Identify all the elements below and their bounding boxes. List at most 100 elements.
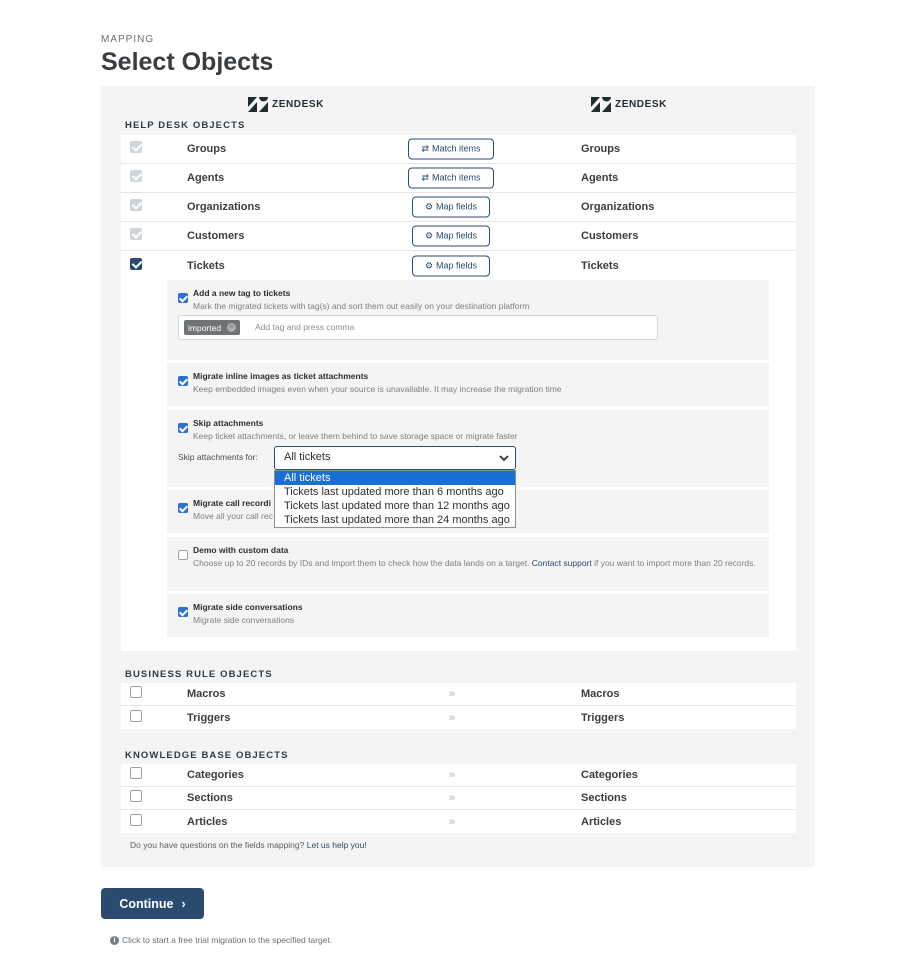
dropdown-option[interactable]: All tickets	[275, 471, 515, 485]
footnote: i Click to start a free trial migration t…	[110, 935, 332, 945]
option-checkbox[interactable]	[178, 420, 188, 438]
chevron-down-icon	[499, 455, 509, 462]
object-row-triggers: Triggers ››› Triggers	[121, 706, 796, 729]
help-link[interactable]: Let us help you!	[307, 840, 367, 850]
option-title: Demo with custom data	[193, 545, 289, 555]
zendesk-logo-icon	[591, 97, 611, 112]
button-label: Match items	[432, 172, 481, 183]
button-label: Map fields	[436, 230, 478, 241]
target-object-name: Macros	[581, 688, 620, 700]
button-label: Map fields	[436, 201, 478, 212]
option-checkbox[interactable]	[178, 500, 188, 518]
description-text: Choose up to 20 records by IDs and impor…	[193, 558, 532, 568]
tag-placeholder: Add tag and press comma	[255, 322, 355, 332]
source-object-name: Agents	[187, 172, 225, 184]
source-object-name: Tickets	[187, 259, 225, 272]
help-desk-section-title: HELP DESK OBJECTS	[125, 120, 246, 131]
option-demo-custom-data: Demo with custom data Choose up to 20 re…	[167, 537, 769, 591]
target-object-name: Sections	[581, 792, 627, 804]
option-title: Migrate side conversations	[193, 602, 303, 612]
dropdown-option[interactable]: Tickets last updated more than 6 months …	[275, 485, 515, 499]
source-object-name: Organizations	[187, 201, 261, 213]
option-description: Keep ticket attachments, or leave them b…	[193, 431, 518, 441]
option-description: Keep embedded images even when your sour…	[193, 384, 562, 394]
option-inline-images: Migrate inline images as ticket attachme…	[167, 363, 769, 406]
match-items-button[interactable]: ⇄ Match items	[408, 167, 494, 189]
contact-support-link[interactable]: Contact support	[532, 558, 592, 568]
business-rule-section-title: BUSINESS RULE OBJECTS	[125, 669, 273, 680]
select-value: All tickets	[284, 451, 331, 463]
option-title: Migrate call recordi	[193, 498, 271, 508]
source-platform: ZENDESK	[248, 97, 324, 112]
object-checkbox[interactable]	[130, 766, 142, 784]
chevrons-right-icon: ›››	[448, 792, 456, 804]
help-question: Do you have questions on the fields mapp…	[130, 840, 307, 850]
object-checkbox[interactable]	[130, 140, 142, 158]
continue-button[interactable]: Continue ›	[101, 888, 204, 919]
target-object-name: Organizations	[581, 201, 655, 213]
tag-chip-label: imported	[188, 322, 222, 333]
object-row-categories: Categories ››› Categories	[121, 764, 796, 787]
map-fields-button[interactable]: ⚙ Map fields	[411, 255, 491, 276]
continue-label: Continue	[119, 896, 174, 911]
object-checkbox[interactable]	[130, 198, 142, 216]
object-checkbox[interactable]	[130, 227, 142, 245]
object-checkbox[interactable]	[130, 685, 142, 703]
target-object-name: Agents	[581, 172, 619, 184]
option-checkbox[interactable]	[178, 547, 188, 565]
source-object-name: Groups	[187, 143, 227, 155]
object-row-macros: Macros ››› Macros	[121, 683, 796, 706]
chevrons-right-icon: ›››	[448, 815, 456, 828]
option-checkbox[interactable]	[178, 604, 188, 622]
object-row-groups: Groups ⇄ Match items Groups	[121, 135, 796, 164]
option-description: Choose up to 20 records by IDs and impor…	[193, 558, 763, 569]
target-platform-name: ZENDESK	[615, 99, 667, 110]
info-icon: i	[110, 935, 119, 945]
map-fields-button[interactable]: ⚙ Map fields	[411, 196, 491, 218]
gear-icon: ⚙	[424, 230, 434, 241]
source-object-name: Macros	[187, 688, 226, 700]
gear-icon: ⚙	[424, 260, 434, 270]
skip-attachments-select[interactable]: All tickets	[274, 446, 516, 470]
option-side-conversations: Migrate side conversations Migrate side …	[167, 594, 769, 637]
knowledge-base-section-title: KNOWLEDGE BASE OBJECTS	[125, 750, 289, 761]
dropdown-option[interactable]: Tickets last updated more than 24 months…	[275, 513, 515, 527]
knowledge-base-rows: Categories ››› Categories Sections ››› S…	[121, 764, 796, 833]
object-row-customers: Customers ⚙ Map fields Customers	[121, 222, 796, 251]
source-platform-name: ZENDESK	[272, 99, 324, 110]
object-checkbox[interactable]	[130, 813, 142, 831]
tag-input[interactable]: imported × Add tag and press comma	[178, 315, 658, 340]
option-title: Skip attachments	[193, 418, 264, 428]
skip-attachments-label: Skip attachments for:	[178, 452, 258, 462]
dropdown-option[interactable]: Tickets last updated more than 12 months…	[275, 499, 515, 513]
option-title: Add a new tag to tickets	[193, 288, 291, 298]
source-object-name: Sections	[187, 792, 233, 804]
swap-arrows-icon: ⇄	[421, 172, 430, 183]
zendesk-logo-icon	[248, 97, 268, 112]
object-checkbox[interactable]	[130, 257, 142, 275]
chevrons-right-icon: ›››	[448, 769, 456, 781]
swap-arrows-icon: ⇄	[421, 143, 430, 154]
source-object-name: Categories	[187, 769, 244, 781]
option-checkbox[interactable]	[178, 290, 188, 308]
help-text: Do you have questions on the fields mapp…	[130, 840, 367, 850]
description-text: if you want to import more than 20 recor…	[591, 558, 756, 568]
chevron-right-icon: ›	[181, 896, 186, 911]
page-title: Select Objects	[101, 48, 274, 76]
option-description: Migrate side conversations	[193, 615, 295, 625]
object-checkbox[interactable]	[130, 789, 142, 807]
object-row-agents: Agents ⇄ Match items Agents	[121, 164, 796, 193]
match-items-button[interactable]: ⇄ Match items	[408, 138, 494, 160]
option-add-tag: Add a new tag to tickets Mark the migrat…	[167, 280, 769, 360]
chevrons-right-icon: ›››	[448, 711, 456, 724]
object-checkbox[interactable]	[130, 169, 142, 187]
option-checkbox[interactable]	[178, 373, 188, 391]
remove-tag-icon[interactable]: ×	[227, 323, 237, 332]
source-object-name: Triggers	[187, 711, 231, 724]
skip-attachments-dropdown: All tickets Tickets last updated more th…	[274, 470, 516, 528]
target-object-name: Customers	[581, 230, 639, 242]
target-object-name: Triggers	[581, 711, 625, 724]
object-checkbox[interactable]	[130, 709, 142, 727]
target-object-name: Groups	[581, 143, 621, 155]
map-fields-button[interactable]: ⚙ Map fields	[411, 225, 491, 247]
